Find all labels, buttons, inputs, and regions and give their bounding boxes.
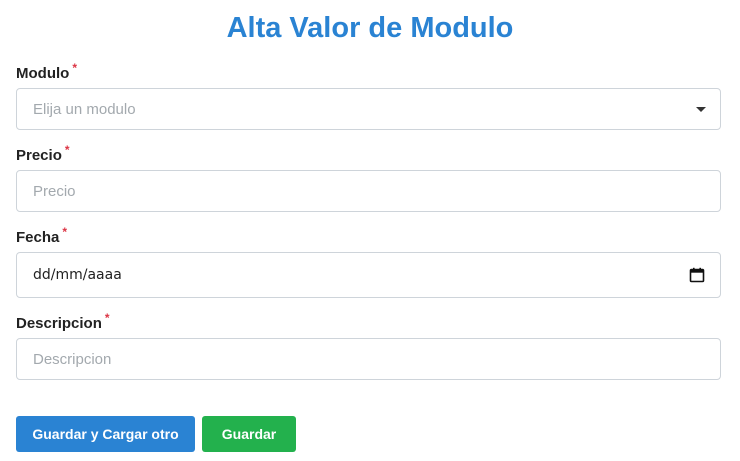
calendar-icon[interactable] (689, 267, 705, 283)
fecha-label-text: Fecha (16, 229, 60, 246)
required-mark: * (64, 143, 70, 157)
page-title: Alta Valor de Modulo (226, 12, 514, 44)
precio-label: Precio * (16, 143, 70, 165)
save-button[interactable]: Guardar (202, 416, 296, 452)
fecha-date-placeholder: dd/mm/aaaa (33, 267, 122, 283)
descripcion-label: Descripcion * (16, 311, 110, 333)
modulo-label-text: Modulo (16, 65, 70, 82)
precio-label-text: Precio (16, 147, 62, 164)
required-mark: * (104, 311, 110, 325)
required-mark: * (62, 225, 68, 239)
precio-input[interactable] (16, 170, 721, 212)
save-and-new-button[interactable]: Guardar y Cargar otro (16, 416, 195, 452)
chevron-down-icon[interactable] (696, 106, 706, 112)
descripcion-input[interactable] (16, 338, 721, 380)
modulo-select[interactable]: Elija un modulo (16, 88, 721, 130)
fecha-date-input[interactable]: dd/mm/aaaa (16, 252, 721, 298)
descripcion-label-text: Descripcion (16, 315, 102, 332)
modulo-label: Modulo * (16, 61, 77, 83)
modulo-select-placeholder: Elija un modulo (33, 100, 136, 118)
fecha-label: Fecha * (16, 225, 67, 247)
required-mark: * (72, 61, 77, 75)
